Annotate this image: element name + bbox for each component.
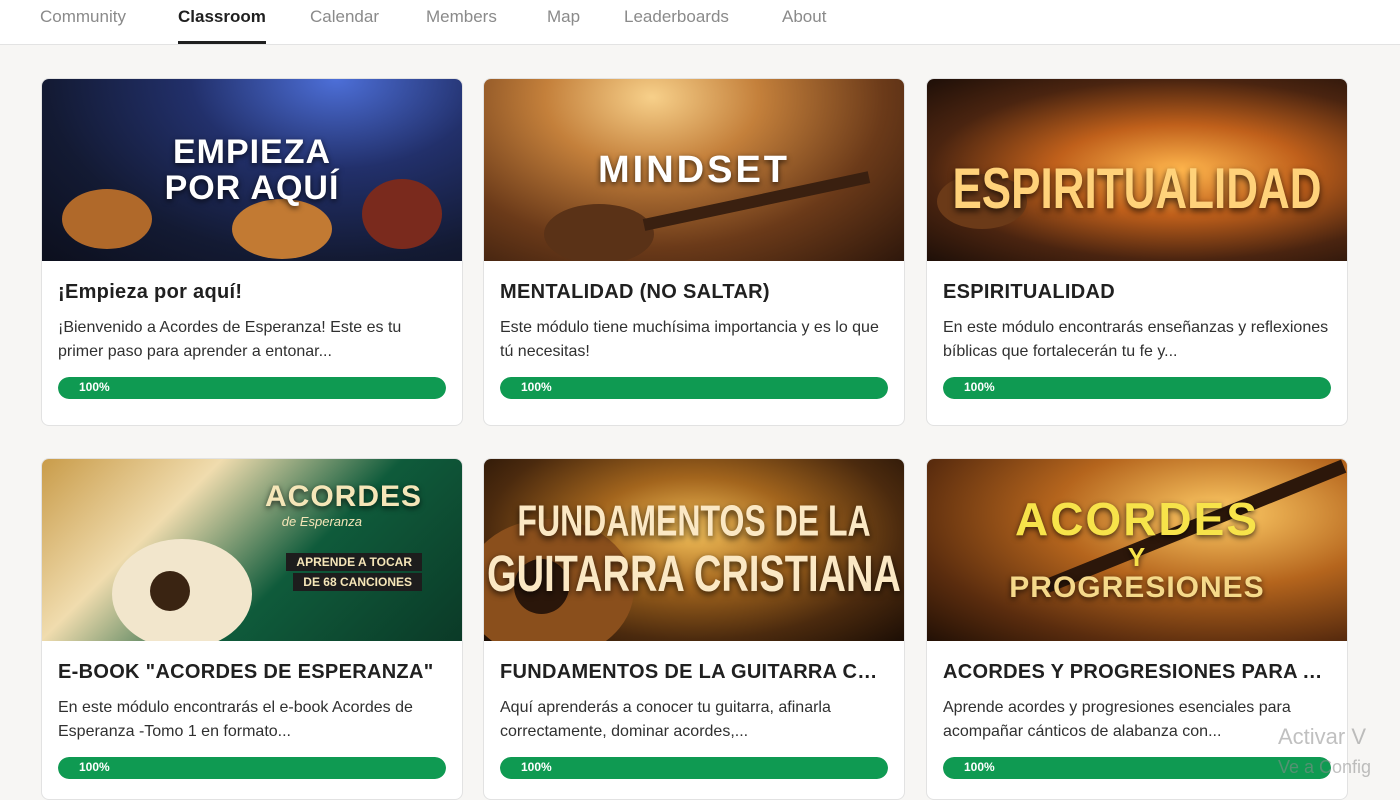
thumbnail-headline: MINDSET xyxy=(598,148,790,191)
thumbnail-headline: ESPIRITUALIDAD xyxy=(952,157,1322,222)
thumbnail-headline: PROGRESIONES xyxy=(1009,571,1265,604)
course-title: ¡Empieza por aquí! xyxy=(58,281,243,303)
thumbnail-headline: GUITARRA CRISTIANA xyxy=(487,546,901,604)
tab-map[interactable]: Map xyxy=(547,0,580,44)
course-description: Aquí aprenderás a conocer tu guitarra, a… xyxy=(500,699,831,740)
course-description: Este módulo tiene muchísima importancia … xyxy=(500,319,879,360)
progress-bar: 100% xyxy=(500,757,888,779)
progress-label: 100% xyxy=(79,760,110,774)
course-title: FUNDAMENTOS DE LA GUITARRA CRISTIANA xyxy=(500,661,888,683)
progress-label: 100% xyxy=(79,380,110,394)
top-navigation: Community Classroom Calendar Members Map… xyxy=(0,0,1400,45)
watermark-line: Ve a Config xyxy=(1278,757,1372,777)
progress-bar: 100% xyxy=(943,757,1331,779)
tab-about[interactable]: About xyxy=(782,0,826,44)
course-thumbnail: EMPIEZA POR AQUÍ xyxy=(42,79,462,261)
thumbnail-banner: DE 68 CANCIONES xyxy=(293,572,422,591)
course-description: Aprende acordes y progresiones esenciale… xyxy=(943,699,1291,740)
thumbnail-headline: EMPIEZA xyxy=(172,133,332,171)
tab-members[interactable]: Members xyxy=(426,0,497,44)
course-thumbnail: MINDSET xyxy=(484,79,904,261)
progress-bar: 100% xyxy=(500,377,888,399)
tab-community[interactable]: Community xyxy=(40,0,126,44)
course-card-fundamentos[interactable]: FUNDAMENTOS DE LA GUITARRA CRISTIANA FUN… xyxy=(483,458,905,800)
course-thumbnail: FUNDAMENTOS DE LA GUITARRA CRISTIANA xyxy=(484,459,904,641)
course-description: En este módulo encontrarás enseñanzas y … xyxy=(943,319,1329,360)
windows-activation-watermark: Activar V Ve a Config xyxy=(1278,722,1371,782)
tab-calendar[interactable]: Calendar xyxy=(310,0,379,44)
watermark-line: Activar V xyxy=(1278,724,1367,749)
course-card-espiritualidad[interactable]: ESPIRITUALIDAD ESPIRITUALIDAD En este mó… xyxy=(926,78,1348,426)
thumbnail-headline: FUNDAMENTOS DE LA xyxy=(517,496,871,546)
course-card-empieza[interactable]: EMPIEZA POR AQUÍ ¡Empieza por aquí! ¡Bie… xyxy=(41,78,463,426)
progress-label: 100% xyxy=(964,380,995,394)
thumbnail-headline: POR AQUÍ xyxy=(164,169,340,207)
tab-classroom[interactable]: Classroom xyxy=(178,0,266,44)
thumbnail-banner: APRENDE A TOCAR xyxy=(286,552,422,571)
progress-bar: 100% xyxy=(58,377,446,399)
course-title: E-BOOK "ACORDES DE ESPERANZA" xyxy=(58,661,434,683)
course-description: ¡Bienvenido a Acordes de Esperanza! Este… xyxy=(58,319,402,360)
course-thumbnail: ACORDES Y PROGRESIONES xyxy=(927,459,1347,641)
course-title: ACORDES Y PROGRESIONES PARA ALABANZA xyxy=(943,661,1331,683)
thumbnail-headline: ACORDES xyxy=(264,479,422,513)
thumbnail-headline: Y xyxy=(1127,542,1147,572)
course-card-mentalidad[interactable]: MINDSET MENTALIDAD (NO SALTAR) Este módu… xyxy=(483,78,905,426)
course-title: MENTALIDAD (NO SALTAR) xyxy=(500,281,770,303)
course-thumbnail: ACORDES de Esperanza APRENDE A TOCAR DE … xyxy=(42,459,462,641)
progress-bar: 100% xyxy=(943,377,1331,399)
thumbnail-headline: ACORDES xyxy=(1014,493,1260,545)
thumbnail-subtitle: de Esperanza xyxy=(281,513,362,529)
progress-label: 100% xyxy=(521,760,552,774)
progress-label: 100% xyxy=(521,380,552,394)
course-description: En este módulo encontrarás el e-book Aco… xyxy=(58,699,413,740)
course-title: ESPIRITUALIDAD xyxy=(943,281,1115,303)
course-thumbnail: ESPIRITUALIDAD xyxy=(927,79,1347,261)
tab-leaderboards[interactable]: Leaderboards xyxy=(624,0,729,44)
progress-label: 100% xyxy=(964,760,995,774)
course-card-ebook[interactable]: ACORDES de Esperanza APRENDE A TOCAR DE … xyxy=(41,458,463,800)
progress-bar: 100% xyxy=(58,757,446,779)
